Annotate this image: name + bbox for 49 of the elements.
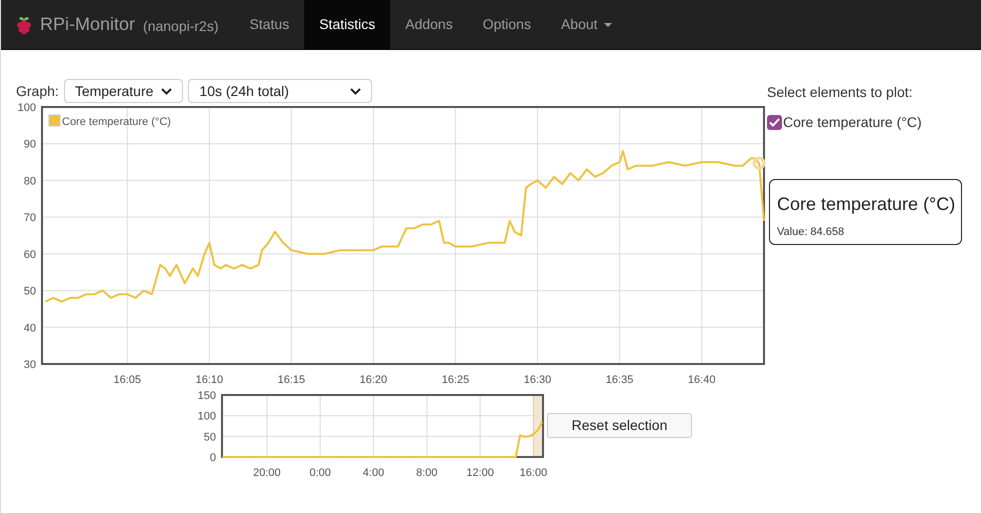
x-tick-label: 16:40 (688, 374, 716, 386)
y-tick-label: 70 (24, 212, 36, 224)
nav-tab[interactable]: Statistics (304, 0, 390, 50)
raspberry-icon (16, 14, 32, 34)
x-tick-label: 16:25 (442, 374, 470, 386)
legend-swatch (48, 114, 60, 126)
chevron-down-icon (350, 88, 362, 94)
x-tick-label: 16:35 (606, 374, 634, 386)
y-tick-label: 50 (24, 286, 36, 298)
y-tick-label: 100 (198, 410, 216, 423)
nav-tab[interactable]: Status (234, 0, 304, 50)
check-icon (769, 118, 780, 127)
graph-label: Graph: (16, 82, 59, 101)
y-tick-label: 100 (18, 102, 36, 114)
y-tick-label: 150 (198, 390, 216, 402)
legend-label: Core temperature (°C) (62, 116, 171, 128)
y-tick-label: 50 (204, 431, 216, 444)
y-tick-label: 80 (24, 175, 36, 188)
x-tick-label: 20:00 (253, 467, 281, 479)
x-tick-label: 16:05 (114, 374, 142, 386)
x-tick-label: 16:20 (360, 374, 388, 386)
x-tick-label: 4:00 (362, 467, 384, 479)
y-tick-label: 30 (24, 359, 36, 371)
reset-selection-button[interactable]: Reset selection (547, 413, 692, 438)
period-select[interactable]: 10s (24h total) (188, 79, 372, 103)
brand-title[interactable]: RPi-Monitor (40, 11, 136, 38)
chevron-down-icon (161, 88, 172, 94)
x-tick-label: 16:15 (278, 374, 306, 386)
y-tick-label: 0 (210, 452, 216, 464)
graph-select[interactable]: Temperature (64, 79, 184, 103)
x-tick-label: 8:00 (416, 467, 438, 479)
x-tick-label: 16:00 (520, 467, 548, 479)
nav-tab[interactable]: Addons (390, 0, 468, 50)
nav-tab[interactable]: Options (468, 0, 546, 50)
x-tick-label: 16:30 (524, 374, 552, 386)
x-tick-label: 16:10 (196, 374, 224, 386)
plot-selector-title: Select elements to plot: (767, 83, 914, 102)
checkbox-label: Core temperature (°C) (783, 113, 922, 132)
y-tick-label: 90 (24, 138, 36, 151)
checkbox[interactable] (767, 115, 782, 130)
y-tick-label: 60 (24, 248, 36, 261)
x-tick-label: 0:00 (309, 467, 331, 479)
host-name: (nanopi-r2s) (143, 17, 219, 36)
x-tick-label: 12:00 (466, 467, 494, 479)
y-tick-label: 40 (24, 322, 36, 334)
tooltip-title: Core temperature (°C) (777, 193, 954, 216)
nav-tab[interactable]: About (546, 0, 627, 50)
tooltip-value: Value: 84.658 (777, 225, 846, 240)
hover-marker (752, 156, 766, 170)
